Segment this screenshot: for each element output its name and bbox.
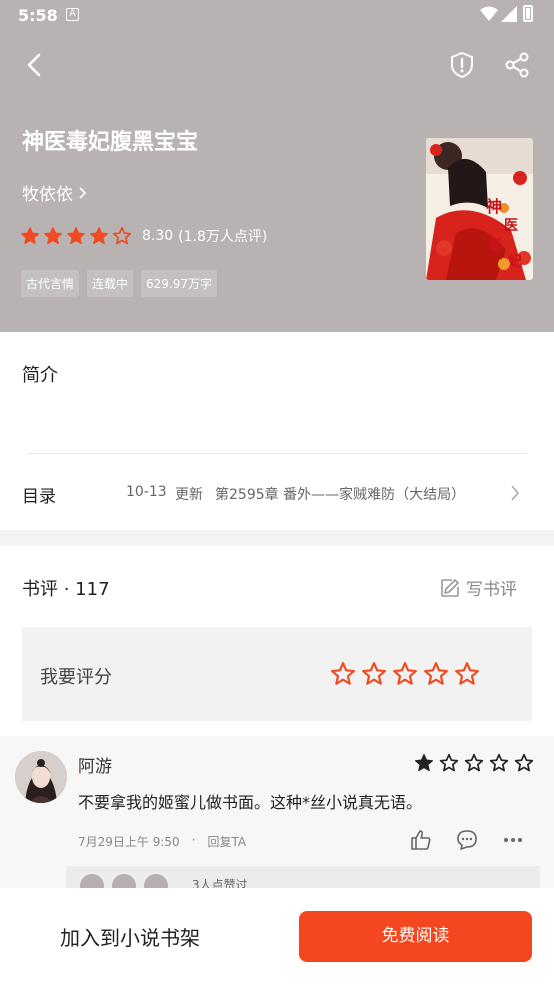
reviewer-name: 阿游 <box>78 757 112 777</box>
book-header: 5:58 A 神医毒妃腹黑宝宝 牧依依 8.30 (1.8万人点评) 古代言情 … <box>0 0 554 332</box>
star-icon <box>415 754 433 772</box>
review-text: 不要拿我的姬蜜儿做书面。这种*丝小说真无语。 <box>78 793 423 812</box>
review-time: 7月29日上午 9:50 <box>78 835 180 849</box>
tag-wordcount: 629.97万字 <box>141 270 218 297</box>
free-read-button[interactable]: 免费阅读 <box>299 911 532 962</box>
star-icon <box>112 226 132 245</box>
chevron-right-icon <box>511 485 520 501</box>
write-review-label: 写书评 <box>466 580 517 600</box>
star-icon <box>44 227 62 245</box>
tag-genre[interactable]: 古代言情 <box>21 270 80 297</box>
back-icon[interactable] <box>20 50 50 80</box>
reply-button[interactable]: 回复TA <box>208 833 247 850</box>
star-icon[interactable] <box>423 661 449 687</box>
star-icon <box>90 227 108 245</box>
rating-count: (1.8万人点评) <box>178 229 268 245</box>
svg-text:神: 神 <box>486 197 502 216</box>
chevron-right-icon <box>79 186 87 199</box>
star-icon <box>514 753 534 772</box>
comment-icon[interactable] <box>456 829 478 851</box>
toc-row[interactable]: 目录 10-13 更新 第2595章 番外——家贼难防（大结局） <box>0 454 554 530</box>
report-shield-icon[interactable] <box>447 50 477 80</box>
edit-icon <box>441 578 459 597</box>
review-header: 书评 · 117 <box>22 579 110 600</box>
star-icon[interactable] <box>361 661 387 687</box>
svg-text:妃: 妃 <box>508 253 522 270</box>
star-icon[interactable] <box>330 661 356 687</box>
star-icon[interactable] <box>454 661 480 687</box>
more-icon[interactable] <box>502 829 524 851</box>
wifi-icon <box>480 6 498 21</box>
review-stars <box>414 753 534 773</box>
bottom-bar: 加入到小说书架 免费阅读 <box>0 888 554 984</box>
tag-status: 连载中 <box>87 270 134 297</box>
notification-a-icon: A <box>66 8 79 21</box>
rating-stars <box>20 226 132 246</box>
signal-icon <box>501 6 517 22</box>
review-item: 阿游 不要拿我的姬蜜儿做书面。这种*丝小说真无语。 7月29日上午 9:50 ·… <box>0 736 554 906</box>
author-name: 牧依依 <box>22 185 73 205</box>
star-icon <box>67 227 85 245</box>
book-cover[interactable]: 神 医 毒 妃 <box>426 138 533 280</box>
rating-row: 8.30 (1.8万人点评) <box>20 226 267 246</box>
toc-latest-chapter: 第2595章 番外——家贼难防（大结局） <box>215 487 466 503</box>
rate-box: 我要评分 <box>22 627 532 721</box>
thumb-up-icon[interactable] <box>410 829 432 851</box>
review-actions <box>410 829 524 851</box>
status-time: 5:58 <box>18 6 58 25</box>
star-icon <box>21 227 39 245</box>
svg-text:医: 医 <box>504 218 518 234</box>
toc-label: 目录 <box>22 487 56 507</box>
intro-label: 简介 <box>22 365 58 386</box>
rate-stars-input[interactable] <box>330 661 480 687</box>
star-icon[interactable] <box>392 661 418 687</box>
author-link[interactable]: 牧依依 <box>22 180 89 205</box>
battery-icon <box>523 5 533 22</box>
star-icon <box>464 753 484 772</box>
intro-card: 简介 目录 10-13 更新 第2595章 番外——家贼难防（大结局） <box>0 332 554 530</box>
toc-update-label: 更新 <box>175 487 203 503</box>
svg-text:毒: 毒 <box>488 237 502 254</box>
star-icon <box>439 753 459 772</box>
rate-label: 我要评分 <box>40 667 112 688</box>
avatar[interactable] <box>15 751 67 803</box>
status-bar: 5:58 A <box>0 0 554 30</box>
rating-score: 8.30 <box>142 228 174 244</box>
star-icon <box>489 753 509 772</box>
add-to-shelf-button[interactable]: 加入到小说书架 <box>60 922 200 951</box>
write-review-button[interactable]: 写书评 <box>440 575 517 600</box>
tag-list: 古代言情 连载中 629.97万字 <box>21 270 218 297</box>
review-meta: 7月29日上午 9:50 · 回复TA <box>78 833 246 850</box>
share-icon[interactable] <box>502 50 532 80</box>
book-title: 神医毒妃腹黑宝宝 <box>22 130 199 155</box>
meta-separator: · <box>191 833 196 847</box>
toc-update-date: 10-13 <box>126 484 167 500</box>
